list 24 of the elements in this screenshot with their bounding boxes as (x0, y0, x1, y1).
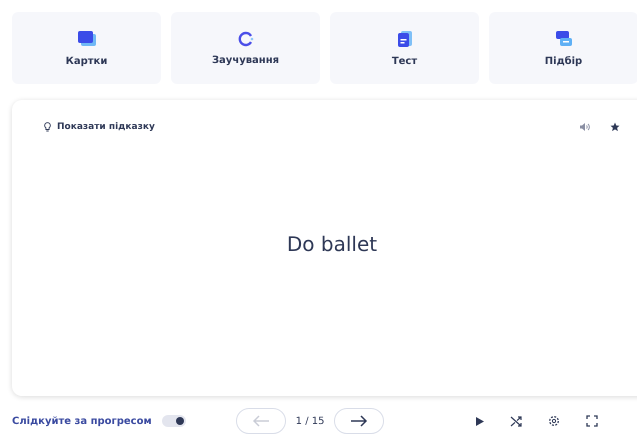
cycle-icon (238, 30, 254, 46)
card-counter: 1 / 15 (296, 416, 324, 426)
lightbulb-icon (44, 122, 51, 132)
star-icon[interactable] (610, 122, 620, 132)
shuffle-icon[interactable] (510, 416, 522, 426)
right-arrow-icon (350, 415, 368, 427)
flashcard[interactable]: Показати підказку Do ballet (12, 100, 637, 396)
mode-tab[interactable]: Тест (330, 12, 479, 84)
mode-tab[interactable]: Підбір (489, 12, 637, 84)
mode-tab[interactable]: Картки (12, 12, 161, 84)
speaker-icon[interactable] (580, 123, 590, 131)
settings-icon[interactable] (548, 415, 560, 427)
fullscreen-icon[interactable] (586, 415, 598, 427)
progress-label: Слідкуйте за прогресом (12, 416, 152, 426)
hint-button[interactable]: Показати підказку (44, 122, 155, 132)
next-button[interactable] (334, 408, 384, 434)
document-icon (396, 30, 412, 48)
progress-toggle[interactable] (162, 415, 186, 427)
play-icon[interactable] (476, 416, 484, 426)
mode-tab[interactable]: Заучування (171, 12, 320, 84)
match-icon (554, 30, 572, 48)
cards-icon (76, 30, 96, 48)
left-arrow-icon (252, 415, 270, 427)
card-term: Do ballet (286, 232, 378, 256)
